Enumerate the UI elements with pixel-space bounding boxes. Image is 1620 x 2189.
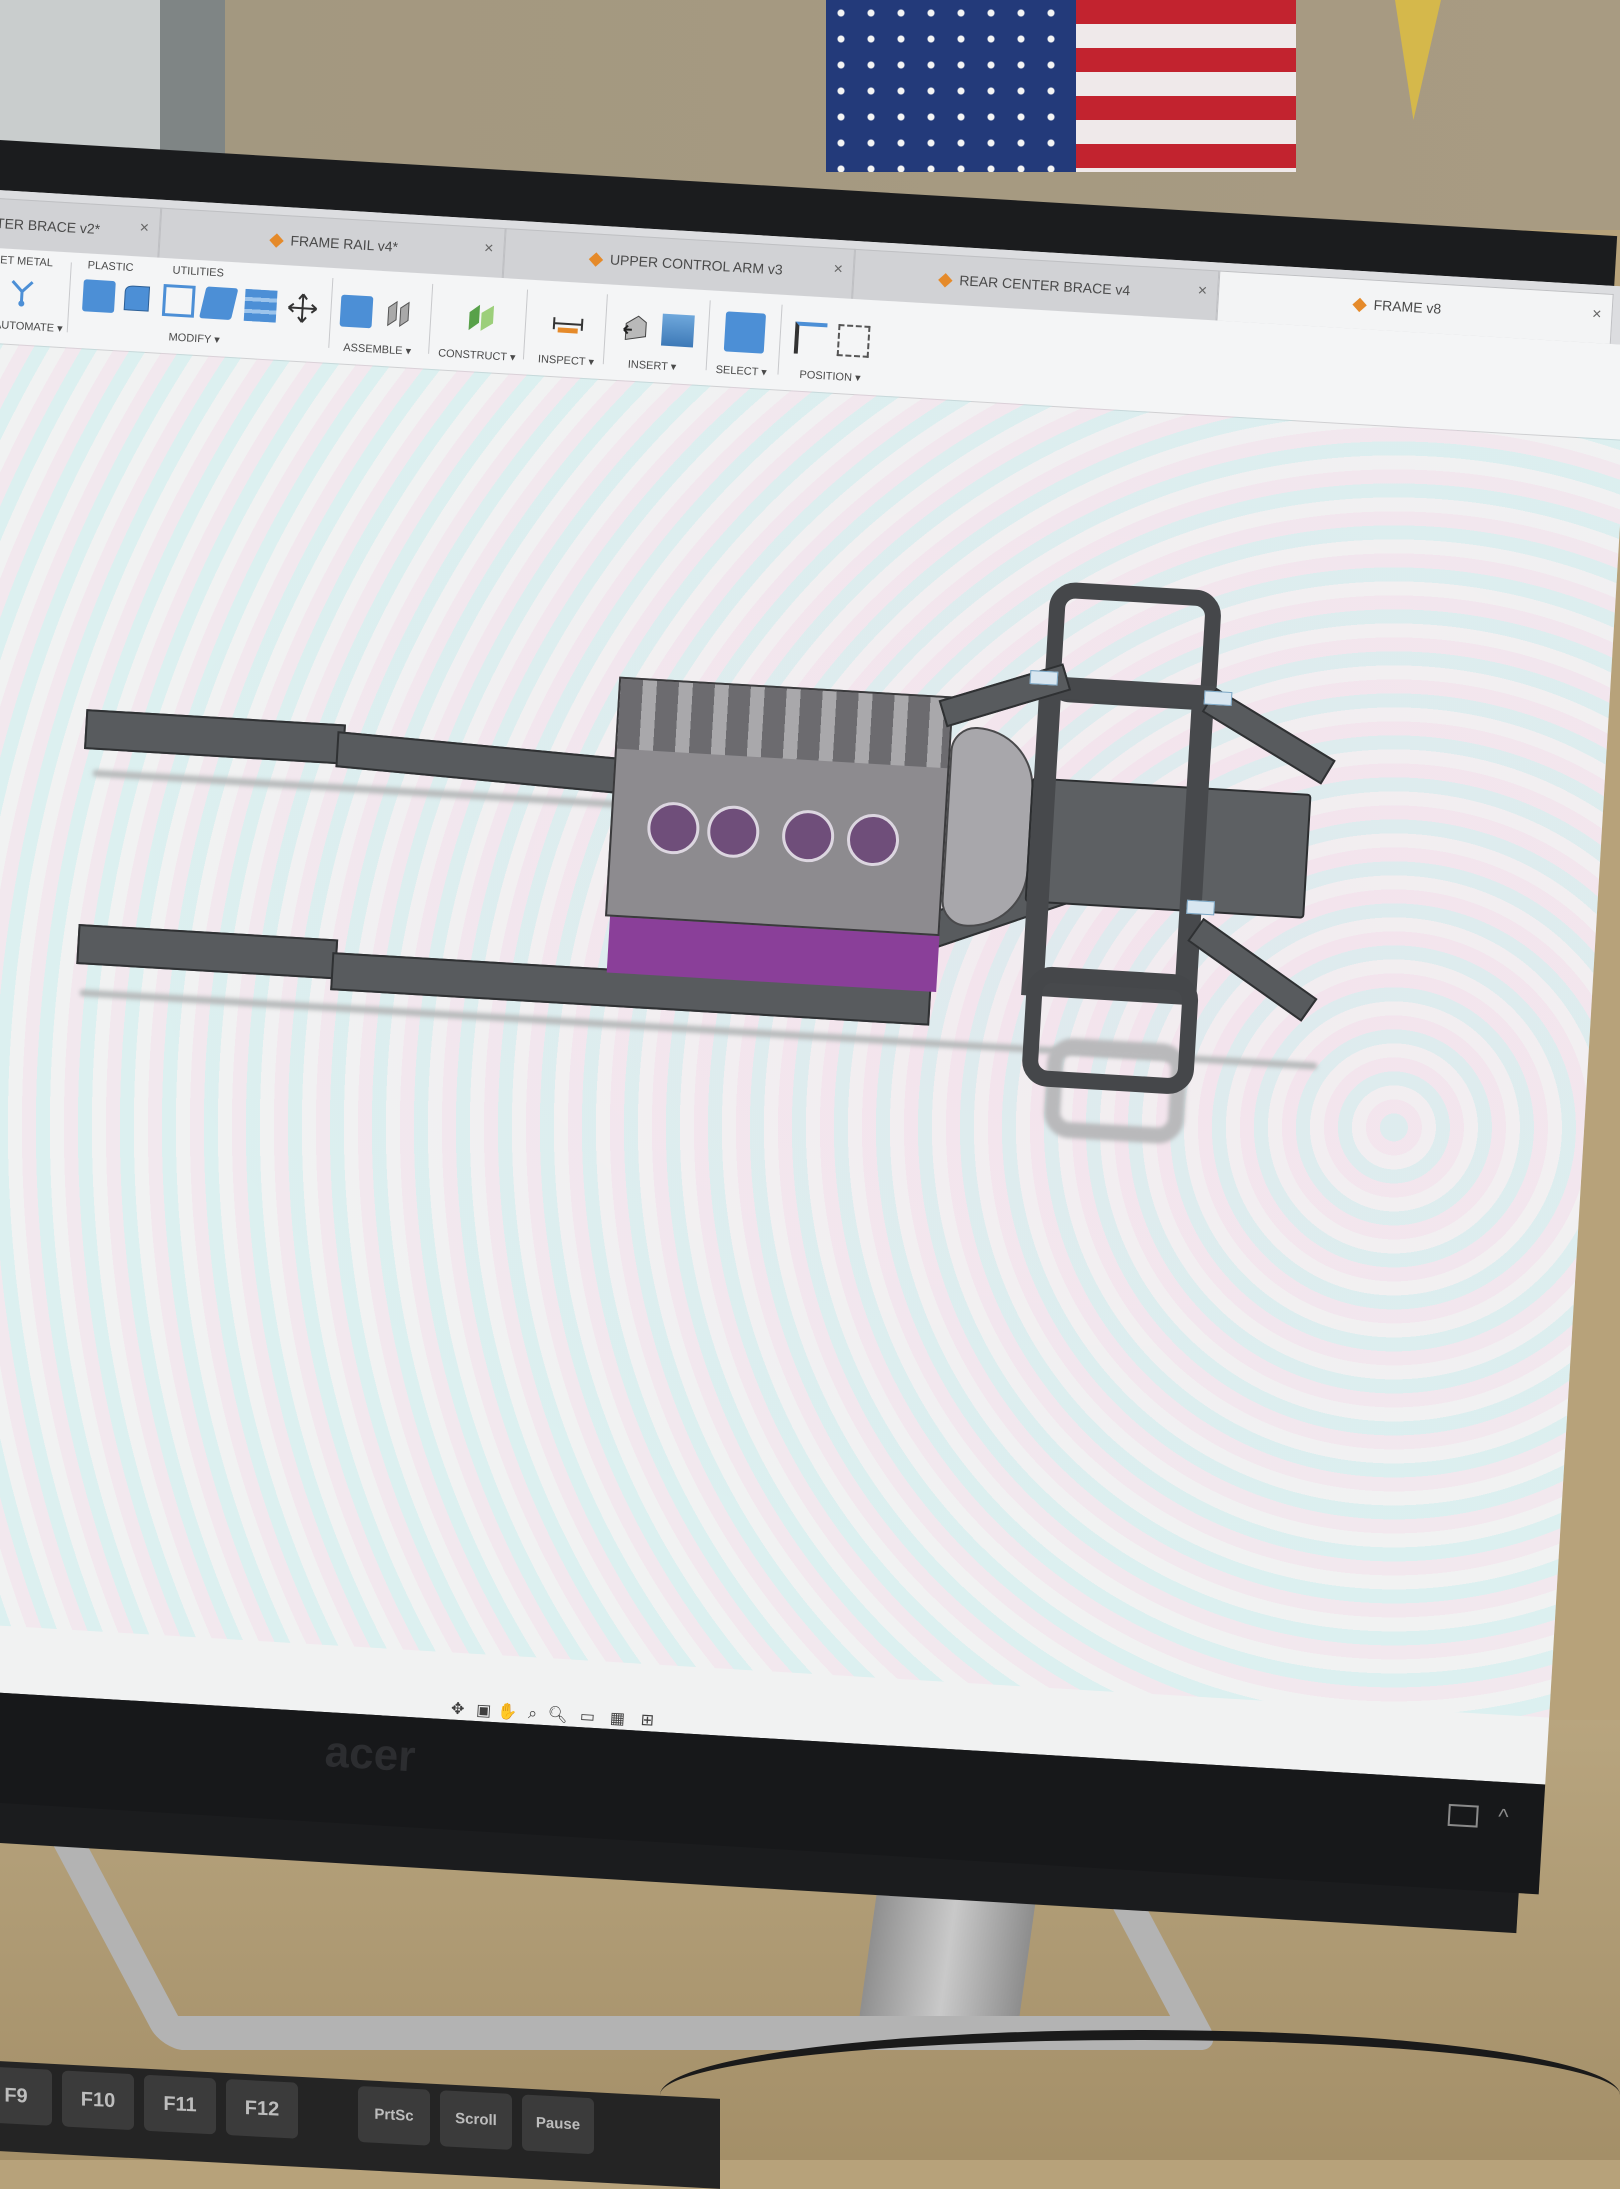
3d-viewport[interactable]: ✥ ▣ ✋ ⌕ 🔍︎ ▭ ▦ ⊞ ⚲ — [0, 342, 1620, 1730]
tab-label: FRAME v8 — [1373, 296, 1442, 317]
key-f10: F10 — [62, 2070, 134, 2131]
monitor-logo: acer — [323, 1727, 417, 1782]
tab-label: TER BRACE v2* — [0, 214, 101, 238]
tab-ter-brace[interactable]: TER BRACE v2* × — [0, 197, 162, 258]
insert-menu[interactable]: INSERT ▾ — [627, 358, 676, 374]
position-capture-icon[interactable] — [793, 321, 828, 356]
modify-combine-icon[interactable] — [198, 286, 239, 321]
toolbar-separator — [602, 294, 608, 365]
component-cube-icon — [1352, 297, 1367, 313]
key-f9: F9 — [0, 2066, 52, 2126]
select-menu[interactable]: SELECT ▾ — [715, 363, 767, 379]
inspect-menu[interactable]: INSPECT ▾ — [538, 352, 595, 368]
cylinder-bore — [645, 800, 701, 856]
pan-hand-icon[interactable]: ✋ — [497, 1702, 518, 1723]
screen-moire — [0, 342, 1620, 1718]
orbit-icon[interactable]: ✥ — [447, 1699, 468, 1720]
cylinder-bore — [780, 808, 836, 864]
screen: TER BRACE v2* × FRAME RAIL v4* × UPPER C… — [0, 189, 1620, 1785]
key-f11: F11 — [144, 2074, 216, 2135]
automate-icon[interactable] — [5, 275, 39, 309]
display-settings-icon[interactable]: ▭ — [577, 1707, 598, 1728]
key-f12: F12 — [226, 2078, 298, 2139]
toolbar-separator — [705, 300, 711, 371]
toolbar-separator — [777, 304, 783, 375]
rear-cage[interactable] — [1021, 675, 1215, 1006]
input-source-icon[interactable] — [1447, 1803, 1479, 1828]
joint-marker[interactable] — [1203, 690, 1233, 707]
key-pause: Pause — [522, 2094, 594, 2155]
grid-icon[interactable]: ▦ — [607, 1709, 628, 1730]
look-at-icon[interactable]: ▣ — [473, 1701, 494, 1722]
tab-label: FRAME RAIL v4* — [290, 232, 399, 255]
position-menu[interactable]: POSITION ▾ — [799, 368, 861, 385]
assemble-menu[interactable]: ASSEMBLE ▾ — [343, 341, 412, 358]
modify-split-icon[interactable] — [243, 288, 278, 323]
chevron-up-icon[interactable]: ^ — [1497, 1804, 1509, 1831]
toolbar-separator — [328, 277, 334, 348]
key-prtsc: PrtSc — [358, 2085, 430, 2146]
insert-derive-icon[interactable] — [619, 311, 653, 345]
group-plastic[interactable]: PLASTIC — [87, 259, 133, 274]
component-cube-icon — [588, 252, 604, 267]
close-icon[interactable]: × — [833, 261, 843, 280]
key-scroll: Scroll — [440, 2090, 512, 2150]
close-icon[interactable]: × — [139, 219, 149, 238]
cylinder-bore — [845, 812, 901, 868]
insert-canvas-icon[interactable] — [660, 313, 695, 348]
inspect-measure-icon[interactable] — [551, 307, 585, 341]
cylinder-bore — [705, 804, 761, 860]
zoom-icon[interactable]: 🔍︎ — [547, 1705, 568, 1726]
close-icon[interactable]: × — [1197, 282, 1207, 301]
move-icon[interactable] — [286, 291, 320, 325]
close-icon[interactable]: × — [484, 240, 494, 259]
modify-press-pull-icon[interactable] — [81, 279, 116, 314]
joint-marker[interactable] — [1029, 670, 1059, 686]
group-sheet-metal[interactable]: EET METAL — [0, 254, 53, 270]
flag-canton — [826, 0, 1076, 172]
construct-menu[interactable]: CONSTRUCT ▾ — [438, 346, 516, 364]
toolbar-separator — [522, 289, 529, 360]
v8-engine-block[interactable] — [605, 676, 954, 937]
automate-menu[interactable]: AUTOMATE ▾ — [0, 318, 63, 335]
tab-label: REAR CENTER BRACE v4 — [958, 272, 1131, 299]
assemble-new-component-icon[interactable] — [339, 294, 374, 329]
group-utilities[interactable]: UTILITIES — [172, 264, 224, 279]
tab-label: UPPER CONTROL ARM v3 — [609, 251, 784, 278]
zoom-window-icon[interactable]: ⌕ — [522, 1704, 543, 1725]
cable — [660, 2030, 1620, 2160]
modify-menu[interactable]: MODIFY ▾ — [168, 330, 220, 346]
component-cube-icon — [269, 233, 284, 248]
assemble-joint-icon[interactable] — [381, 297, 415, 331]
modify-fillet-icon[interactable] — [120, 281, 154, 315]
close-icon[interactable]: × — [1592, 306, 1602, 325]
joint-marker[interactable] — [1186, 899, 1215, 916]
viewports-icon[interactable]: ⊞ — [637, 1711, 658, 1732]
component-cube-icon — [938, 273, 953, 288]
toolbar-separator — [66, 262, 72, 333]
modify-shell-icon[interactable] — [161, 283, 196, 318]
toolbar-separator — [428, 283, 434, 354]
position-revert-icon[interactable] — [836, 324, 871, 358]
construct-plane-icon[interactable] — [464, 302, 498, 336]
rear-lower-hoop[interactable] — [1020, 965, 1200, 1096]
monitor: TER BRACE v2* × FRAME RAIL v4* × UPPER C… — [0, 140, 1620, 1934]
american-flag — [826, 0, 1296, 172]
select-arrow-icon[interactable] — [723, 311, 767, 354]
